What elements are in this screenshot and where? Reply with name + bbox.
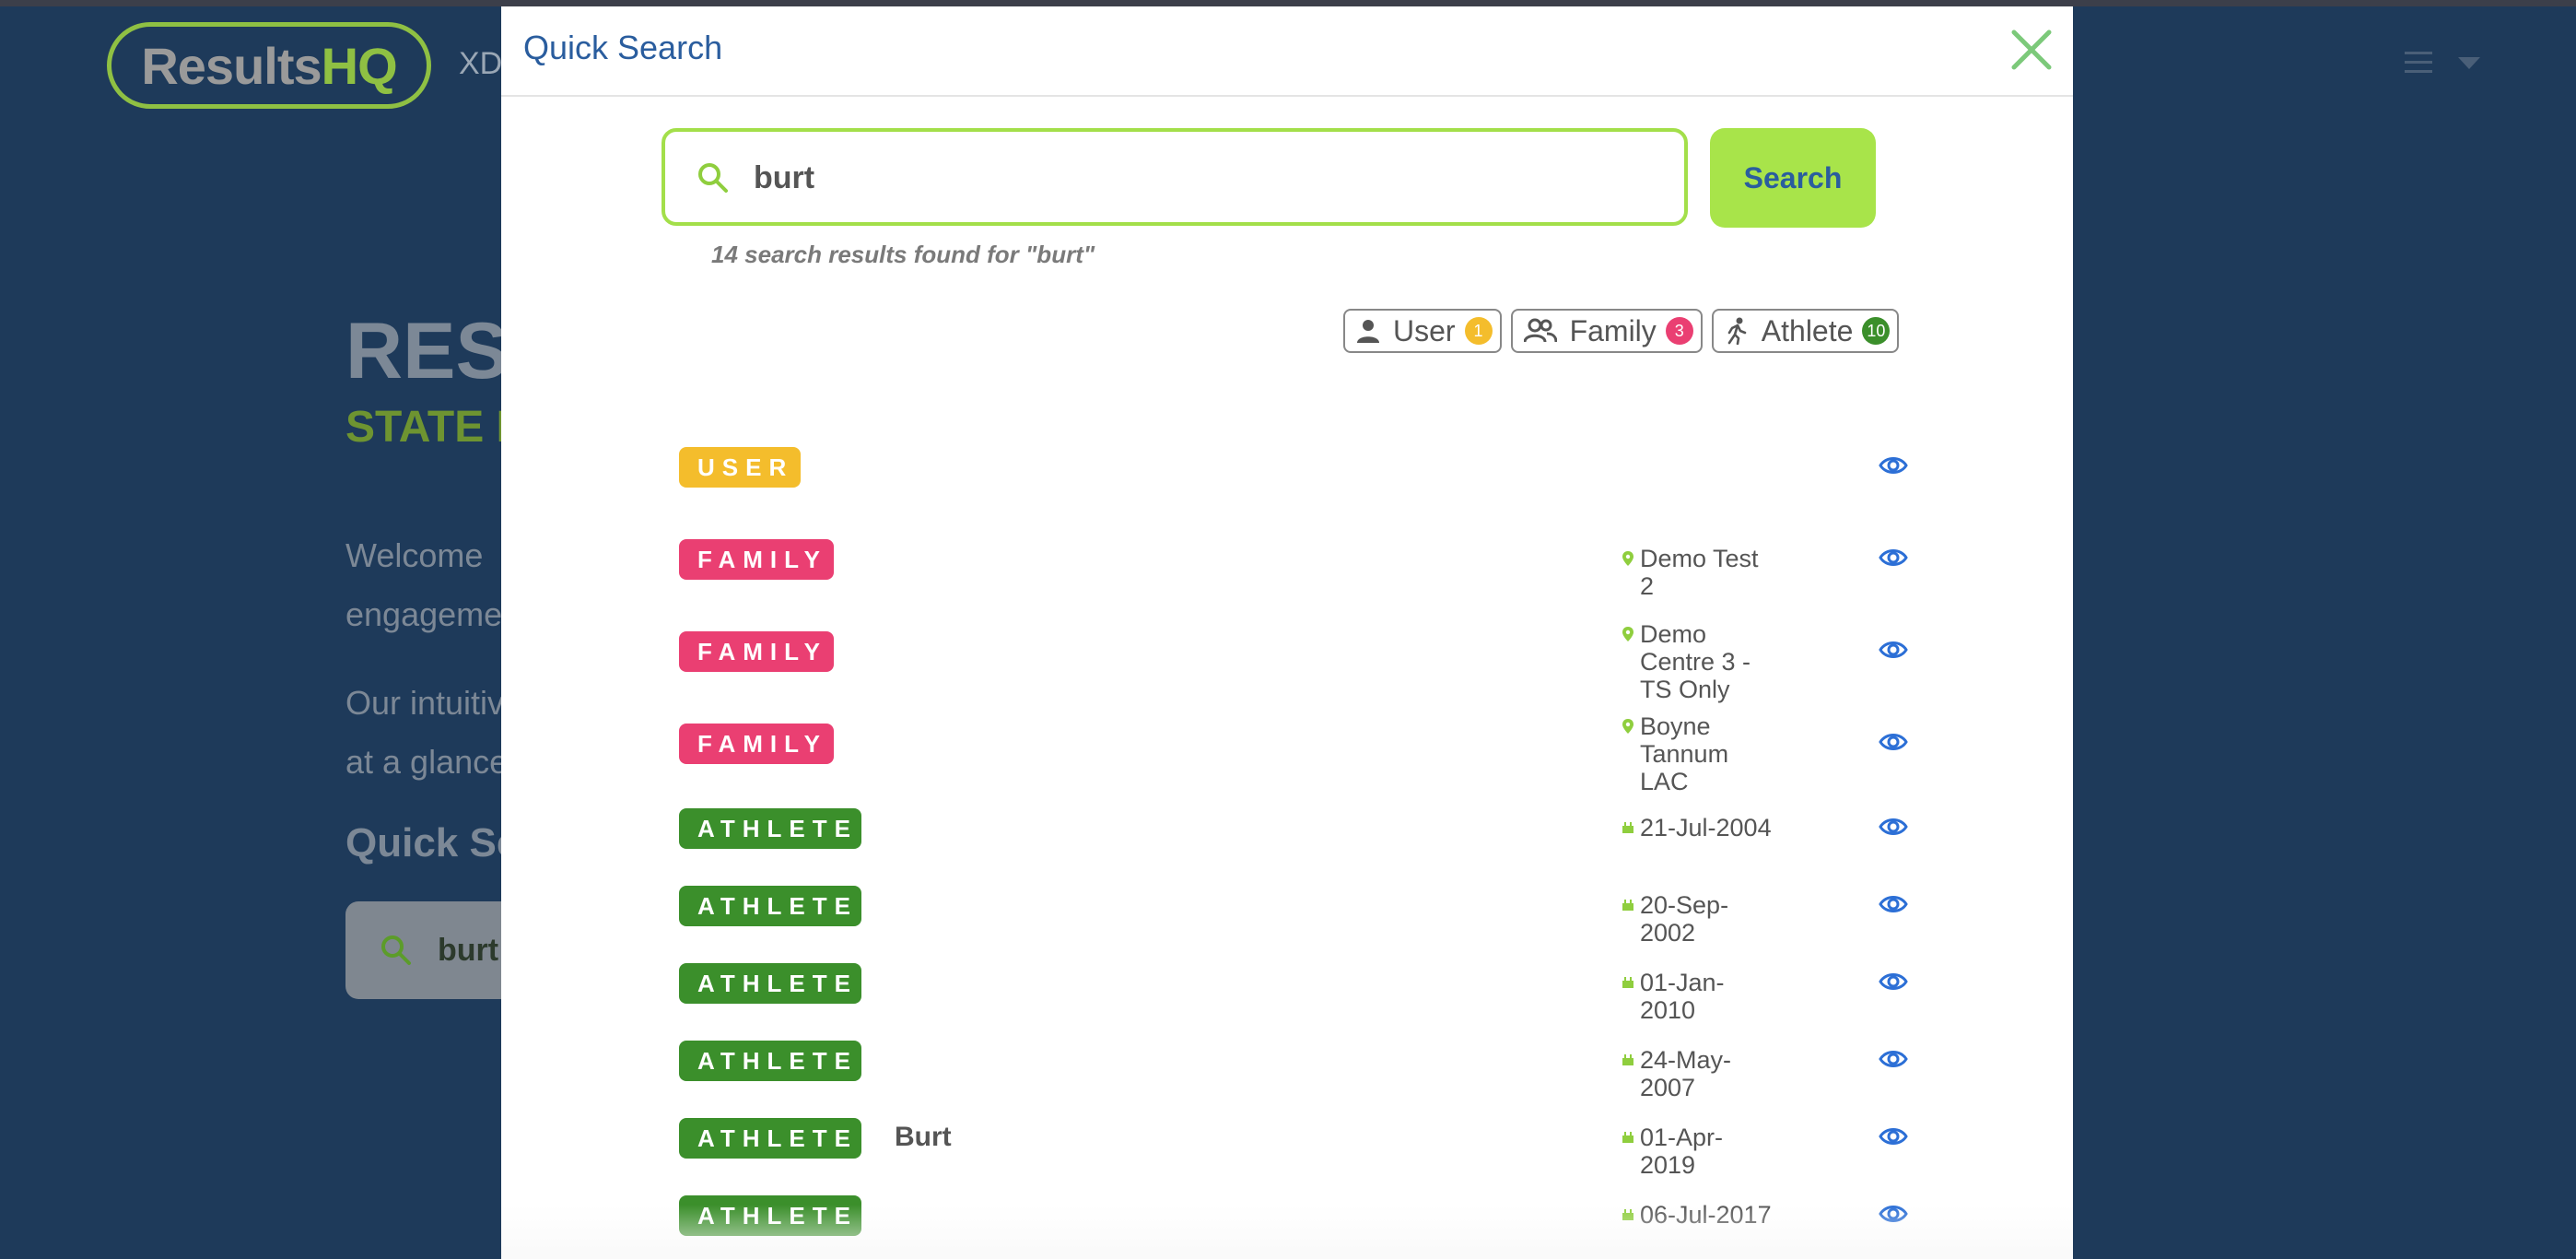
view-eye-icon[interactable]	[1879, 454, 1908, 481]
filter-label: Athlete	[1761, 313, 1854, 347]
cake-icon	[1622, 1206, 1634, 1226]
modal-title: Quick Search	[523, 29, 723, 66]
view-eye-icon[interactable]	[1879, 731, 1908, 758]
modal-header: Quick Search	[501, 6, 2073, 97]
result-type-badge: USER	[679, 447, 801, 488]
result-row[interactable]: ATHLETE Burt 01-Apr-2019	[679, 1118, 1908, 1192]
view-eye-icon[interactable]	[1879, 547, 1908, 573]
result-meta: 06-Jul-2017	[1622, 1201, 1778, 1229]
quick-search-modal: Quick Search Search 14 search results fo…	[501, 6, 2073, 1259]
filter-label: User	[1393, 313, 1456, 347]
result-row[interactable]: FAMILY Demo Test 2	[679, 539, 1908, 613]
result-type-badge: ATHLETE	[679, 808, 861, 849]
view-eye-icon[interactable]	[1879, 1048, 1908, 1075]
nav-partial-text: XD	[459, 46, 503, 81]
intro-paragraph-line: at a glance	[345, 743, 509, 781]
filter-count-badge: 10	[1862, 317, 1891, 345]
hamburger-menu-icon[interactable]	[2405, 52, 2432, 74]
result-meta-text: Demo Centre 3 - TS Only	[1640, 620, 1751, 703]
result-type-badge: ATHLETE	[679, 1118, 861, 1159]
result-row[interactable]: ATHLETE 24-May-2007	[679, 1041, 1908, 1114]
result-meta: 20-Sep-2002	[1622, 891, 1778, 947]
result-meta: 01-Apr-2019	[1622, 1124, 1778, 1179]
filter-count-badge: 3	[1665, 317, 1693, 345]
result-meta: 01-Jan-2010	[1622, 969, 1778, 1024]
result-meta: Demo Test 2	[1622, 545, 1778, 600]
hero-subtitle: STATE I	[345, 403, 509, 452]
background-search-value: burt	[438, 933, 499, 968]
cake-icon	[1622, 1129, 1634, 1148]
result-meta-text: 01-Apr-2019	[1640, 1124, 1724, 1179]
result-row[interactable]: ATHLETE 01-Jan-2010	[679, 963, 1908, 1037]
result-row[interactable]: ATHLETE 06-Jul-2017	[679, 1195, 1908, 1259]
cake-icon	[1622, 974, 1634, 994]
filter-athlete[interactable]: Athlete 10	[1711, 309, 1900, 353]
intro-paragraph-line: Welcome	[345, 536, 484, 574]
result-type-badge: FAMILY	[679, 724, 834, 764]
result-meta-text: Demo Test 2	[1640, 545, 1759, 600]
runner-icon	[1727, 317, 1747, 345]
result-row[interactable]: ATHLETE 21-Jul-2004	[679, 808, 1908, 882]
result-type-badge: ATHLETE	[679, 886, 861, 926]
result-meta-text: 21-Jul-2004	[1640, 814, 1772, 841]
result-name: Burt	[895, 1122, 952, 1152]
result-type-filters: User 1 Family 3 Athlete 10	[1343, 309, 1900, 353]
people-icon	[1523, 318, 1557, 343]
logo-main-text: Results	[141, 36, 322, 95]
result-row[interactable]: FAMILY Boyne Tannum LAC	[679, 712, 1908, 797]
result-type-badge: FAMILY	[679, 631, 834, 672]
result-meta-text: 24-May-2007	[1640, 1046, 1732, 1101]
person-icon	[1357, 320, 1379, 343]
filter-user[interactable]: User 1	[1343, 309, 1502, 353]
result-summary: 14 search results found for "burt"	[711, 241, 1095, 268]
resultshq-logo[interactable]: Results HQ	[107, 22, 431, 109]
location-pin-icon	[1622, 550, 1634, 571]
result-row[interactable]: FAMILY Demo Centre 3 - TS Only	[679, 620, 1908, 705]
search-icon	[381, 935, 411, 965]
view-eye-icon[interactable]	[1879, 816, 1908, 842]
result-type-badge: ATHLETE	[679, 1195, 861, 1236]
result-meta-text: 01-Jan-2010	[1640, 969, 1725, 1024]
result-meta: 21-Jul-2004	[1622, 814, 1778, 841]
cake-icon	[1622, 1052, 1634, 1071]
view-eye-icon[interactable]	[1879, 893, 1908, 920]
chevron-down-icon[interactable]	[2458, 57, 2480, 69]
cake-icon	[1622, 819, 1634, 839]
result-type-badge: FAMILY	[679, 539, 834, 580]
result-type-badge: ATHLETE	[679, 1041, 861, 1081]
quick-search-heading: Quick Se	[345, 820, 520, 865]
result-meta: Demo Centre 3 - TS Only	[1622, 620, 1778, 703]
search-button[interactable]: Search	[1710, 128, 1876, 228]
close-icon[interactable]	[2008, 27, 2055, 73]
result-meta: Boyne Tannum LAC	[1622, 712, 1778, 795]
location-pin-icon	[1622, 718, 1634, 739]
intro-paragraph-line: engageme	[345, 595, 503, 633]
redacted-name	[881, 1206, 1115, 1249]
search-input[interactable]	[754, 148, 1657, 207]
logo-accent-text: HQ	[321, 36, 398, 95]
view-eye-icon[interactable]	[1879, 971, 1908, 997]
filter-family[interactable]: Family 3	[1510, 309, 1703, 353]
result-meta-text: Boyne Tannum LAC	[1640, 712, 1729, 795]
result-row[interactable]: USER	[679, 447, 1908, 521]
view-eye-icon[interactable]	[1879, 1125, 1908, 1152]
cake-icon	[1622, 897, 1634, 916]
search-box	[662, 128, 1688, 226]
result-meta: 24-May-2007	[1622, 1046, 1778, 1101]
view-eye-icon[interactable]	[1879, 1203, 1908, 1230]
filter-label: Family	[1569, 313, 1657, 347]
filter-count-badge: 1	[1464, 317, 1493, 345]
result-meta-text: 20-Sep-2002	[1640, 891, 1729, 947]
result-meta-text: 06-Jul-2017	[1640, 1201, 1772, 1229]
search-icon	[698, 163, 728, 193]
result-type-badge: ATHLETE	[679, 963, 861, 1004]
view-eye-icon[interactable]	[1879, 639, 1908, 665]
result-row[interactable]: ATHLETE 20-Sep-2002	[679, 886, 1908, 959]
location-pin-icon	[1622, 626, 1634, 647]
intro-paragraph-line: Our intuitiv	[345, 684, 505, 722]
